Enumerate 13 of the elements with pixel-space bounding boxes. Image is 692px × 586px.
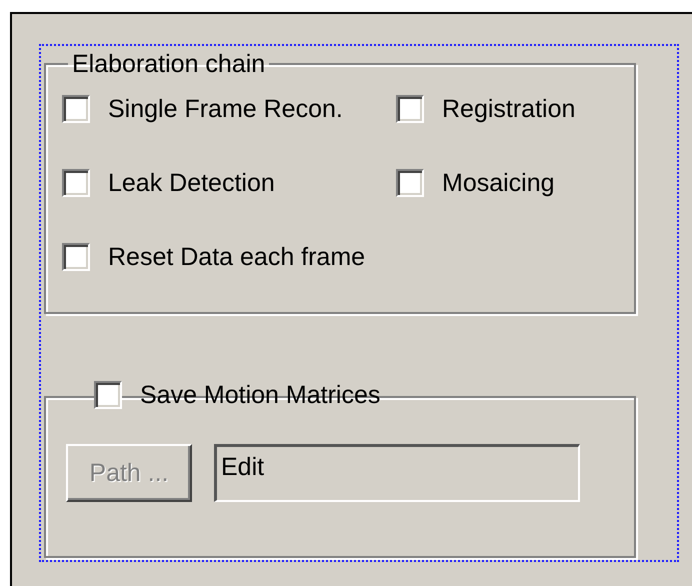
checkbox-label: Mosaicing	[442, 168, 555, 198]
checkbox-label: Leak Detection	[108, 168, 275, 198]
checkbox[interactable]	[62, 169, 90, 197]
checkbox[interactable]	[94, 381, 122, 409]
checkbox-label: Save Motion Matrices	[140, 380, 380, 410]
checkbox[interactable]	[62, 95, 90, 123]
checkbox[interactable]	[62, 243, 90, 271]
checkbox[interactable]	[396, 95, 424, 123]
checkbox-label: Single Frame Recon.	[108, 94, 343, 124]
checkbox-label: Reset Data each frame	[108, 242, 366, 272]
checkbox[interactable]	[396, 169, 424, 197]
group-title: Elaboration chain	[71, 50, 266, 78]
checkbox-label: Registration	[442, 94, 576, 124]
